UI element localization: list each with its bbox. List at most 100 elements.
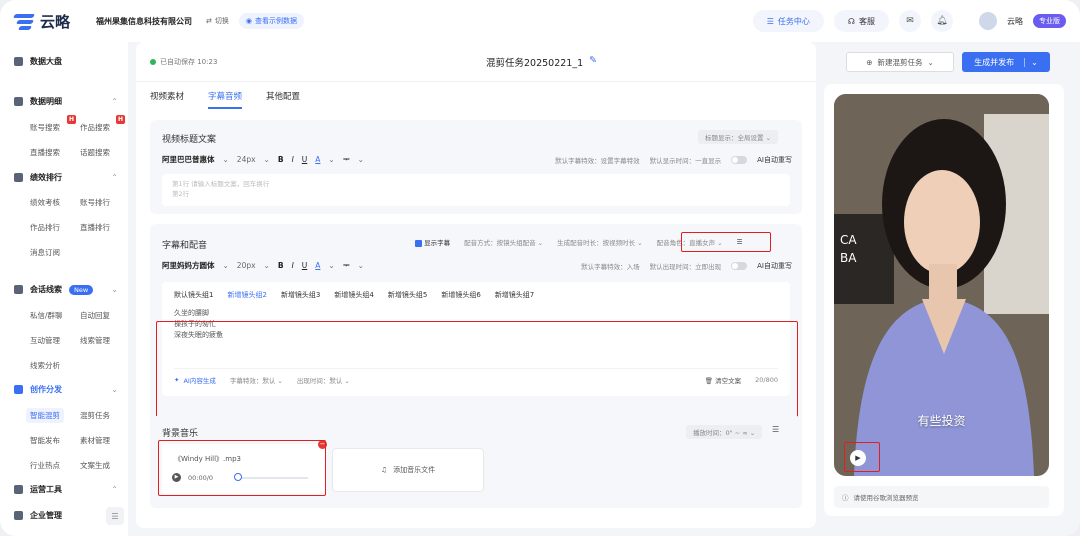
strikethrough-button[interactable]: ᆍ: [343, 260, 350, 271]
support-label: 客服: [859, 16, 875, 26]
ai-rewrite-toggle[interactable]: [731, 261, 748, 270]
bold-button[interactable]: B: [278, 261, 284, 270]
title-display-select[interactable]: 标题显示：全局设置 ⌄: [698, 130, 779, 144]
shot-group-tab[interactable]: 默认镜头组1: [174, 290, 213, 300]
data-icon: [14, 97, 23, 106]
sidebar-item-work-rank[interactable]: 作品排行: [30, 222, 60, 233]
font-color-button[interactable]: A: [315, 155, 320, 164]
sidebar-section-leads[interactable]: 会话线索 New ⌄: [14, 284, 118, 295]
shot-group-tab[interactable]: 新增镜头组3: [281, 290, 320, 300]
sidebar-item-account-search[interactable]: 账号搜索: [30, 122, 60, 133]
collapse-sidebar-button[interactable]: ☰: [106, 507, 124, 525]
sidebar-item-live-rank[interactable]: 直播排行: [80, 222, 110, 233]
switch-icon: ⇄: [206, 17, 212, 25]
play-time-select[interactable]: 播放时间：0" ~ ∞ ⌄: [686, 425, 763, 439]
sidebar-item-mix-tasks[interactable]: 混剪任务: [80, 410, 110, 421]
hot-badge: H: [116, 115, 125, 124]
sidebar-item-auto-reply[interactable]: 自动回复: [80, 310, 110, 321]
sidebar-section-label: 数据大盘: [30, 57, 62, 66]
subtitle-toolbar: 阿里妈妈方圆体 ⌄ 20px ⌄ B I U A ⌄ ᆍ ⌄ 默认字幕特效：入场 默认出…: [162, 260, 792, 271]
sidebar-item-lead-manage[interactable]: 线索管理: [80, 335, 110, 346]
sidebar-item-kpi[interactable]: 绩效考核: [30, 197, 60, 208]
show-subtitle-checkbox[interactable]: 显示字幕: [415, 237, 450, 247]
underline-button[interactable]: U: [302, 261, 308, 270]
sidebar-item-trending[interactable]: 行业热点: [30, 460, 60, 471]
sidebar-item-smart-publish[interactable]: 智能发布: [30, 435, 60, 446]
generate-publish-button[interactable]: 生成并发布 ⌄: [962, 52, 1050, 72]
sidebar-item-account-rank[interactable]: 账号排行: [80, 197, 110, 208]
chevron-down-icon: ⌄: [111, 385, 118, 394]
italic-button[interactable]: I: [292, 261, 294, 270]
title-display-time-select[interactable]: 默认显示时间：一直显示: [650, 155, 722, 165]
sidebar-item-smart-mix[interactable]: 智能混剪: [26, 408, 64, 423]
tab-video-material[interactable]: 视频素材: [150, 90, 184, 109]
settings-icon[interactable]: ☰: [772, 425, 779, 434]
sidebar-item-work-search[interactable]: 作品搜索: [80, 122, 110, 133]
support-button[interactable]: ☊ 客服: [833, 10, 889, 32]
title-effect-select[interactable]: 默认字幕特效：设置字幕特效: [555, 155, 640, 165]
sidebar-section-enterprise[interactable]: 企业管理: [14, 510, 98, 521]
chevron-down-icon: ⌄: [222, 155, 229, 164]
sidebar-section-performance[interactable]: 绩效排行 ⌃: [14, 172, 118, 183]
sidebar-item-lead-analysis[interactable]: 线索分析: [30, 360, 60, 371]
font-select[interactable]: 阿里巴巴普惠体: [162, 154, 215, 165]
subtitle-effect-select[interactable]: 默认字幕特效：入场: [581, 261, 640, 271]
sidebar-section-create[interactable]: 创作分发 ⌄: [14, 384, 118, 395]
demo-data-button[interactable]: ◉ 查看示例数据: [238, 13, 304, 29]
sidebar-section-data[interactable]: 数据明细 ⌃: [14, 96, 118, 107]
video-preview[interactable]: CA BA 有些投资 ▶: [834, 94, 1049, 476]
font-select[interactable]: 阿里妈妈方圆体: [162, 260, 215, 271]
sidebar-item-topic-search[interactable]: 话题搜索: [80, 147, 110, 158]
sidebar-section-dashboard[interactable]: 数据大盘: [14, 56, 118, 67]
shot-group-tab[interactable]: 新增镜头组6: [441, 290, 480, 300]
shot-group-tab[interactable]: 新增镜头组4: [334, 290, 373, 300]
dub-mode-value: 配音方式：按镜头组配音: [464, 239, 536, 247]
sidebar-section-ops[interactable]: 运营工具 ⌃: [14, 484, 118, 495]
tab-other-config[interactable]: 其他配置: [266, 90, 300, 109]
italic-button[interactable]: I: [292, 155, 294, 164]
main-panel: 已自动保存 10:23 混剪任务20250221_1 ✎ 视频素材 字幕音频 其他…: [136, 42, 816, 528]
username[interactable]: 云略: [1007, 16, 1023, 27]
task-title[interactable]: 混剪任务20250221_1 ✎: [486, 55, 597, 69]
title-copy-input[interactable]: 第1行 请输入标题文案，回车换行 第2行: [162, 174, 790, 206]
add-music-button[interactable]: ♫ 添加音乐文件: [332, 448, 484, 492]
subtitle-appear-select[interactable]: 默认出现时间：立即出现: [650, 261, 722, 271]
subtitle-dub-card: 字幕和配音 显示字幕 配音方式：按镜头组配音 ⌄ 生成配音时长：按视频时长 ⌄ …: [150, 224, 802, 444]
sidebar-item-material[interactable]: 素材管理: [80, 435, 110, 446]
sidebar-item-dm[interactable]: 私信/群聊: [30, 310, 63, 321]
shot-group-tab[interactable]: 新增镜头组7: [495, 290, 534, 300]
plus-circle-icon: ⊕: [866, 57, 873, 67]
ai-rewrite-toggle[interactable]: [731, 155, 748, 164]
size-select[interactable]: 24px: [237, 155, 256, 164]
sidebar-item-live-search[interactable]: 直播搜索: [30, 147, 60, 158]
sidebar-item-interaction[interactable]: 互动管理: [30, 335, 60, 346]
task-center-button[interactable]: ☰ 任务中心: [752, 10, 824, 32]
message-button[interactable]: ✉: [899, 10, 921, 32]
chevron-down-icon[interactable]: ⌄: [1024, 57, 1038, 67]
notification-button[interactable]: 🔔︎: [931, 10, 953, 32]
dub-duration-select[interactable]: 生成配音时长：按视频时长 ⌄: [557, 237, 643, 247]
new-mix-task-button[interactable]: ⊕ 新建混剪任务 ⌄: [846, 52, 954, 72]
edit-icon[interactable]: ✎: [589, 55, 597, 69]
underline-button[interactable]: U: [302, 155, 308, 164]
avatar[interactable]: [979, 12, 997, 30]
switch-label: 切换: [214, 17, 229, 25]
shot-group-tab[interactable]: 新增镜头组5: [388, 290, 427, 300]
font-color-button[interactable]: A: [315, 261, 320, 270]
bold-button[interactable]: B: [278, 155, 284, 164]
sidebar-section-label: 企业管理: [30, 511, 62, 520]
app-frame: 云略 福州果集信息科技有限公司 ⇄ 切换 ◉ 查看示例数据 ☰ 任务中心 ☊ 客服 ✉ …: [0, 0, 1080, 536]
preview-note: ⓘ 请使用谷歌浏览器预览: [834, 486, 1049, 508]
new-mix-task-label: 新建混剪任务: [877, 57, 923, 67]
size-select[interactable]: 20px: [237, 261, 256, 270]
shot-group-tab[interactable]: 新增镜头组2: [227, 290, 266, 300]
company-name: 福州果集信息科技有限公司: [96, 16, 192, 26]
tab-subtitle-audio[interactable]: 字幕音频: [208, 90, 243, 109]
eye-icon: ◉: [245, 17, 252, 25]
sidebar-item-copywriting[interactable]: 文案生成: [80, 460, 110, 471]
strikethrough-button[interactable]: ᆍ: [343, 154, 350, 165]
switch-company-button[interactable]: ⇄ 切换: [206, 16, 229, 26]
dub-mode-select[interactable]: 配音方式：按镜头组配音 ⌄: [464, 237, 543, 247]
logo[interactable]: 云略: [12, 11, 88, 32]
sidebar-item-subscription[interactable]: 消息订阅: [30, 247, 60, 258]
